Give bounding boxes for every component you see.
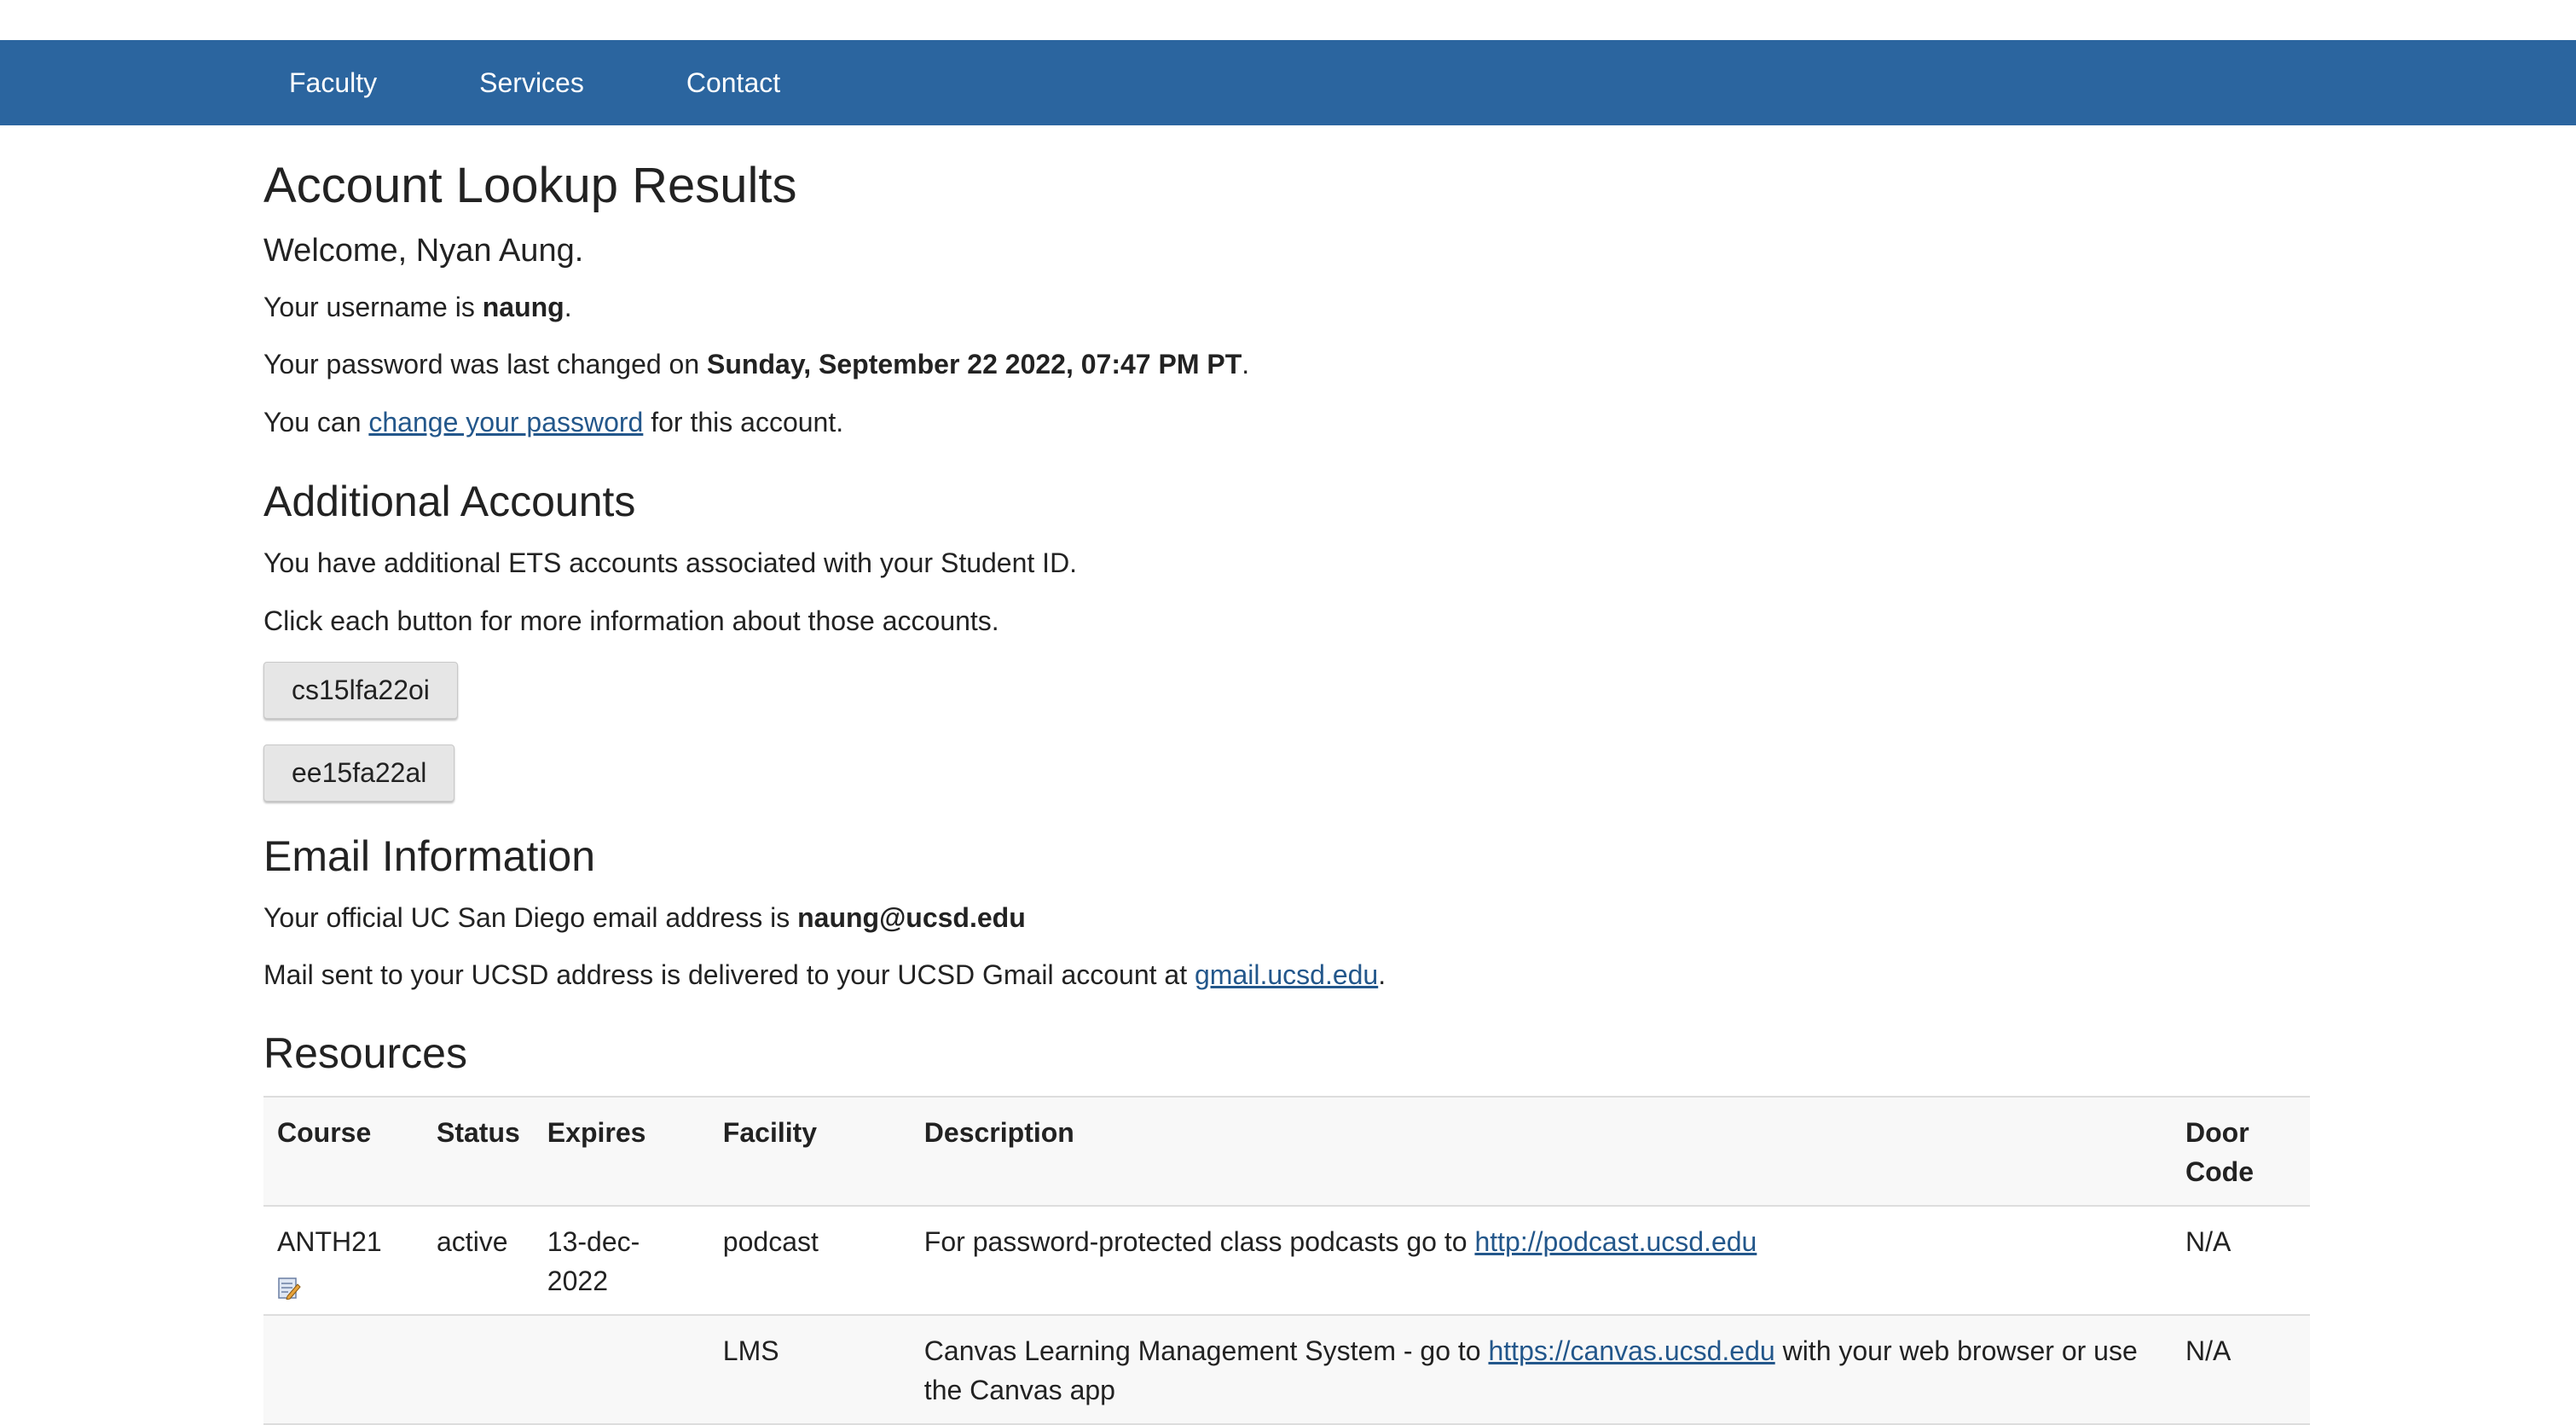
welcome-message: Welcome, Nyan Aung. — [263, 232, 584, 269]
cell-door-code: N/A — [2172, 1205, 2310, 1316]
resources-table: Course Status Expires Facility Descripti… — [263, 1095, 2310, 1425]
canvas-link[interactable]: https://canvas.ucsd.edu — [1488, 1335, 1774, 1366]
description-text: For password-protected class podcasts go… — [923, 1225, 1475, 1257]
password-prefix: Your password was last changed on — [263, 349, 708, 380]
change-suffix: for this account. — [643, 406, 844, 437]
cell-description: Canvas Learning Management System - go t… — [910, 1314, 2172, 1425]
gmail-suffix: . — [1378, 959, 1386, 991]
gmail-prefix: Mail sent to your UCSD address is delive… — [263, 959, 1195, 991]
cell-facility: podcast — [709, 1205, 911, 1316]
table-row: LMS Canvas Learning Management System - … — [263, 1314, 2310, 1425]
change-prefix: You can — [263, 406, 369, 437]
email-address-line: Your official UC San Diego email address… — [263, 901, 2310, 936]
nav-contact[interactable]: Contact — [661, 62, 806, 104]
email-prefix: Your official UC San Diego email address… — [263, 901, 798, 933]
column-header-facility: Facility — [709, 1095, 911, 1207]
gmail-line: Mail sent to your UCSD address is delive… — [263, 958, 2310, 993]
nav-menu: Faculty Services Contact — [263, 40, 857, 125]
table-row: ANTH21 active 13-dec-2022 podcast For pa… — [263, 1205, 2310, 1316]
account-button-cs15lfa22oi[interactable]: cs15lfa22oi — [263, 661, 458, 719]
additional-accounts-info: You have additional ETS accounts associa… — [263, 547, 1078, 579]
email-information-heading: Email Information — [263, 831, 596, 880]
column-header-status: Status — [423, 1095, 534, 1207]
username-period: . — [564, 291, 572, 322]
gmail-link[interactable]: gmail.ucsd.edu — [1195, 959, 1378, 990]
column-header-description: Description — [910, 1095, 2172, 1207]
cell-expires — [533, 1314, 709, 1425]
column-header-expires: Expires — [533, 1095, 709, 1207]
cell-door-code: N/A — [2172, 1314, 2310, 1425]
nav-faculty[interactable]: Faculty — [263, 62, 402, 104]
nav-services[interactable]: Services — [454, 62, 610, 104]
podcast-link[interactable]: http://podcast.ucsd.edu — [1474, 1226, 1757, 1257]
course-name: ANTH21 — [277, 1225, 382, 1257]
column-header-door-code: Door Code — [2172, 1095, 2310, 1207]
cell-description: For password-protected class podcasts go… — [910, 1205, 2172, 1316]
cell-expires: 13-dec-2022 — [533, 1205, 709, 1316]
cell-course — [263, 1314, 423, 1425]
description-text: Canvas Learning Management System - go t… — [923, 1335, 1489, 1366]
additional-accounts-heading: Additional Accounts — [263, 478, 636, 526]
password-changed-date: Sunday, September 22 2022, 07:47 PM PT — [707, 349, 1242, 380]
password-period: . — [1242, 349, 1250, 380]
email-address: naung@ucsd.edu — [797, 901, 1026, 933]
main-content: Account Lookup Results Welcome, Nyan Aun… — [263, 125, 2310, 1425]
page-title: Account Lookup Results — [263, 158, 797, 213]
cell-status: active — [423, 1205, 534, 1316]
account-button-row-2: ee15fa22al — [263, 744, 2310, 802]
cell-facility: LMS — [709, 1314, 911, 1425]
username-line: Your username is naung. — [263, 290, 2310, 326]
cell-status — [423, 1314, 534, 1425]
username-prefix: Your username is — [263, 291, 483, 322]
change-password-line: You can change your password for this ac… — [263, 405, 2310, 441]
change-password-link[interactable]: change your password — [368, 407, 643, 437]
username-value: naung — [482, 291, 564, 322]
password-changed-line: Your password was last changed on Sunday… — [263, 347, 2310, 383]
cell-course: ANTH21 — [263, 1205, 423, 1316]
account-button-ee15fa22al[interactable]: ee15fa22al — [263, 744, 455, 802]
account-button-row-1: cs15lfa22oi — [263, 661, 2310, 719]
column-header-course: Course — [263, 1095, 423, 1207]
table-header-row: Course Status Expires Facility Descripti… — [263, 1095, 2310, 1207]
additional-accounts-instruction: Click each button for more information a… — [263, 605, 999, 636]
top-navigation-bar: Faculty Services Contact — [0, 40, 2576, 125]
edit-note-icon[interactable] — [277, 1271, 301, 1300]
resources-heading: Resources — [263, 1028, 467, 1077]
